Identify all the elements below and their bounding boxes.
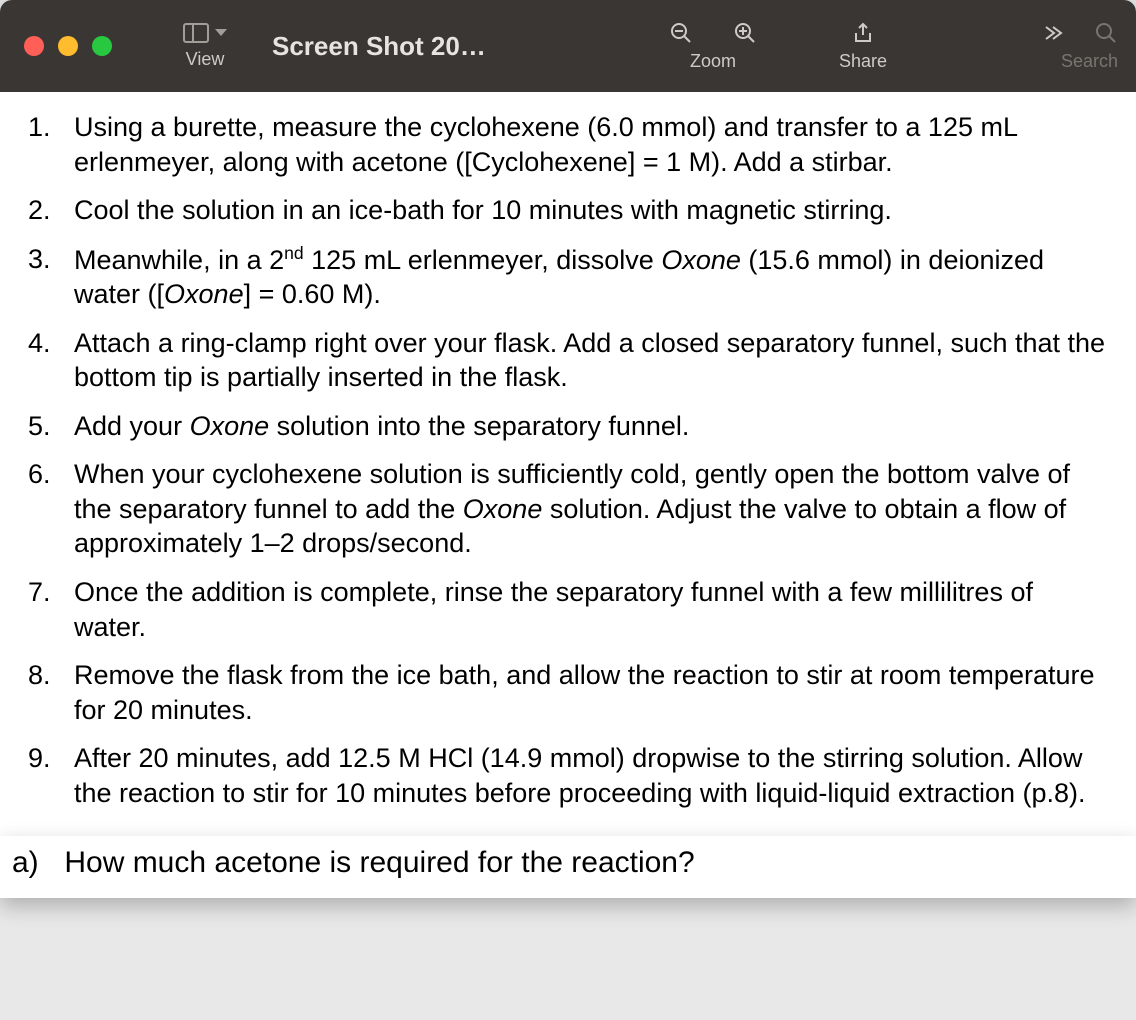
step-text: ] = 0.60 M). (244, 279, 381, 309)
step-text: solution into the separatory funnel. (269, 411, 689, 441)
step-text: Meanwhile, in a 2 (74, 245, 284, 275)
share-section: Share (798, 0, 928, 92)
step-text: Add your (74, 411, 190, 441)
list-item: Add your Oxone solution into the separat… (28, 409, 1108, 444)
zoom-out-icon[interactable] (669, 21, 693, 45)
procedure-list: Using a burette, measure the cyclohexene… (28, 110, 1108, 810)
step-text: Attach a ring-clamp right over your flas… (74, 328, 1105, 393)
step-text: Using a burette, measure the cyclohexene… (74, 112, 1017, 177)
document-content: Using a burette, measure the cyclohexene… (0, 92, 1136, 836)
list-item: Meanwhile, in a 2nd 125 mL erlenmeyer, d… (28, 242, 1108, 312)
list-item: After 20 minutes, add 12.5 M HCl (14.9 m… (28, 741, 1108, 810)
step-text: 125 mL erlenmeyer, dissolve (304, 245, 662, 275)
italic-text: Oxone (661, 245, 741, 275)
view-section: View (150, 0, 260, 92)
step-text: Remove the flask from the ice bath, and … (74, 660, 1095, 725)
list-item: Remove the flask from the ice bath, and … (28, 658, 1108, 727)
window-title: Screen Shot 20… (272, 0, 486, 92)
preview-window: View Screen Shot 20… Zoom (0, 0, 1136, 836)
close-button[interactable] (24, 36, 44, 56)
step-text: Once the addition is complete, rinse the… (74, 577, 1033, 642)
italic-text: Oxone (463, 494, 543, 524)
titlebar: View Screen Shot 20… Zoom (0, 0, 1136, 92)
italic-text: Oxone (190, 411, 270, 441)
view-label: View (186, 49, 225, 70)
question-row: a) How much acetone is required for the … (0, 836, 1136, 898)
step-text: Cool the solution in an ice-bath for 10 … (74, 195, 892, 225)
overflow-icon[interactable] (1040, 21, 1064, 45)
list-item: Using a burette, measure the cyclohexene… (28, 110, 1108, 179)
view-button[interactable] (183, 23, 227, 43)
search-icon[interactable] (1094, 21, 1118, 45)
traffic-lights (24, 0, 112, 92)
zoom-section: Zoom (628, 0, 798, 92)
superscript: nd (284, 243, 304, 263)
question-text: How much acetone is required for the rea… (64, 846, 694, 879)
sidebar-icon (183, 23, 209, 43)
list-item: When your cyclohexene solution is suffic… (28, 457, 1108, 561)
maximize-button[interactable] (92, 36, 112, 56)
chevron-down-icon (215, 29, 227, 36)
list-item: Cool the solution in an ice-bath for 10 … (28, 193, 1108, 228)
search-section: Search (928, 0, 1118, 92)
list-item: Attach a ring-clamp right over your flas… (28, 326, 1108, 395)
step-text: After 20 minutes, add 12.5 M HCl (14.9 m… (74, 743, 1086, 808)
italic-text: Oxone (164, 279, 244, 309)
share-icon[interactable] (851, 21, 875, 45)
zoom-in-icon[interactable] (733, 21, 757, 45)
minimize-button[interactable] (58, 36, 78, 56)
zoom-label: Zoom (690, 51, 736, 72)
search-label: Search (1061, 51, 1118, 72)
list-item: Once the addition is complete, rinse the… (28, 575, 1108, 644)
share-label: Share (839, 51, 887, 72)
question-label: a) (12, 846, 56, 880)
